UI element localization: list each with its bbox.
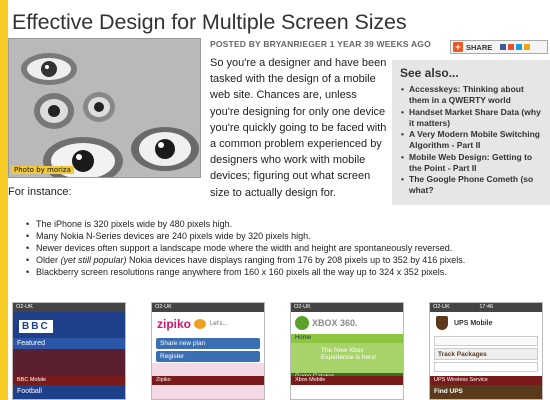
fact-item: Many Nokia N-Series devices are 240 pixe…: [26, 230, 548, 242]
screenshot-caption: UPS Wireless Service: [430, 376, 542, 385]
article-photo: Photo by moriza: [8, 38, 201, 178]
twitter-icon: [516, 44, 523, 50]
mobile-screenshots: O2-UK BBC Featured BBC Mobile Football O…: [8, 302, 550, 400]
screen-size-facts: The iPhone is 320 pixels wide by 480 pix…: [26, 218, 548, 279]
see-also-link[interactable]: Handset Market Share Data (why it matter…: [400, 107, 542, 129]
for-instance-text: For instance:: [8, 186, 72, 198]
bbc-football: Football: [13, 385, 125, 399]
zipiko-tagline: Let's...: [210, 321, 228, 327]
xbox-promo: The New Xbox Experience is here!: [291, 343, 403, 373]
status-bar: O2-UK: [291, 303, 403, 312]
ups-header: UPS Mobile: [430, 312, 542, 334]
fact-older-suffix: Nokia devices have displays ranging from…: [126, 255, 466, 266]
fact-item: Older (yet still popular) Nokia devices …: [26, 254, 548, 266]
byline: POSTED BY BRYANRIEGER 1 YEAR 39 WEEKS AG…: [210, 39, 431, 49]
zipiko-header: zipiko Let's...: [152, 312, 264, 336]
see-also-heading: See also...: [400, 66, 459, 80]
xbox-menu-home[interactable]: Home: [291, 334, 403, 343]
bbc-featured: Featured: [13, 338, 125, 349]
xbox-logo-text: XBOX 360.: [312, 318, 358, 328]
fact-older-prefix: Older: [36, 255, 61, 266]
photo-credit: Photo by moriza: [11, 166, 74, 174]
ups-shield-icon: [436, 316, 448, 330]
screenshot-caption: Xbox Mobile: [291, 376, 403, 385]
ups-search-field[interactable]: [434, 336, 538, 346]
article-title: Effective Design for Multiple Screen Siz…: [12, 10, 407, 34]
share-button[interactable]: + SHARE: [450, 40, 548, 54]
fact-item: Blackberry screen resolutions range anyw…: [26, 266, 548, 278]
addthis-plus-icon: +: [453, 42, 463, 52]
xbox-mobile-screenshot: O2-UK XBOX 360. Home The New Xbox Experi…: [290, 302, 404, 400]
article-page: Effective Design for Multiple Screen Siz…: [8, 0, 550, 400]
status-bar: O2-UK: [152, 303, 264, 312]
bbc-mobile-screenshot: O2-UK BBC Featured BBC Mobile Football: [12, 302, 126, 400]
digg-icon: [524, 44, 531, 50]
see-also-box: See also... Accesskeys: Thinking about t…: [392, 60, 550, 205]
eyes-photo-image: [9, 39, 200, 177]
screenshot-caption: Zipiko: [152, 376, 264, 385]
xbox-logo-icon: [295, 316, 309, 330]
see-also-link[interactable]: Accesskeys: Thinking about them in a QWE…: [400, 84, 542, 106]
zipiko-menu-item[interactable]: Register: [156, 351, 260, 362]
ups-track-packages[interactable]: Track Packages: [434, 348, 538, 360]
status-carrier: O2-UK: [433, 304, 450, 310]
ups-tracking-field[interactable]: [434, 362, 538, 372]
share-label: SHARE: [466, 42, 493, 52]
see-also-list: Accesskeys: Thinking about them in a QWE…: [400, 84, 542, 196]
bbc-header: BBC: [13, 312, 125, 338]
ups-title: UPS Mobile: [454, 319, 493, 327]
see-also-link[interactable]: The Google Phone Cometh (so what?: [400, 174, 542, 196]
see-also-link[interactable]: Mobile Web Design: Getting to the Point …: [400, 152, 542, 174]
article-intro: So you're a designer and have been taske…: [210, 57, 387, 199]
ups-mobile-screenshot: O2-UK 17:46 UPS Mobile Track Packages UP…: [429, 302, 543, 400]
zipiko-menu-item[interactable]: Share new plan: [156, 338, 260, 349]
zipiko-screenshot: O2-UK zipiko Let's... Share new plan Reg…: [151, 302, 265, 400]
zipiko-logo: zipiko: [157, 317, 192, 331]
fact-item: Newer devices often support a landscape …: [26, 242, 548, 254]
screenshot-caption: BBC Mobile: [13, 376, 125, 385]
facebook-icon: [500, 44, 507, 50]
see-also-link[interactable]: A Very Modern Mobile Switching Algorithm…: [400, 129, 542, 151]
status-time: 17:46: [479, 304, 494, 310]
fish-icon: [194, 319, 207, 329]
fact-older-emphasis: (yet still popular): [60, 255, 127, 266]
xbox-header: XBOX 360.: [291, 312, 403, 334]
status-bar: O2-UK: [13, 303, 125, 312]
fact-item: The iPhone is 320 pixels wide by 480 pix…: [26, 218, 548, 230]
bbc-logo: BBC: [19, 320, 53, 333]
delicious-icon: [508, 44, 515, 50]
status-bar: O2-UK 17:46: [430, 303, 542, 312]
ups-find[interactable]: Find UPS: [430, 385, 542, 399]
